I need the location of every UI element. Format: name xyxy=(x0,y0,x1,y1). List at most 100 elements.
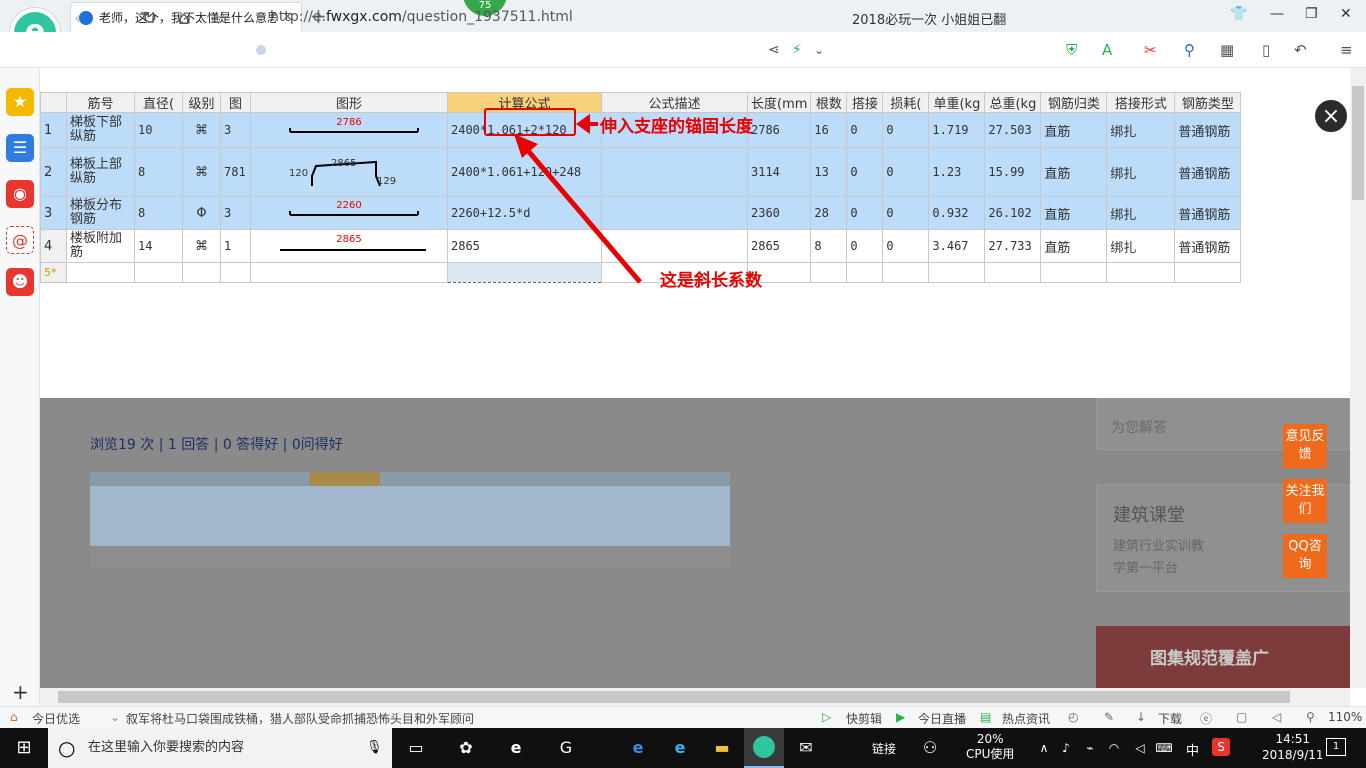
column-header[interactable]: 搭接 xyxy=(846,92,884,113)
rebar-type-cell[interactable]: 普通钢筋 xyxy=(1174,112,1242,148)
forward-icon[interactable]: › xyxy=(110,8,117,29)
gift-icon[interactable]: ⌂ xyxy=(10,710,18,724)
rebar-type-cell[interactable]: 普通钢筋 xyxy=(1174,229,1242,263)
share-icon[interactable]: ⋖ xyxy=(768,42,780,58)
today-live-link[interactable]: 今日直播 xyxy=(918,710,966,727)
chevron-down-icon[interactable]: ⌄ xyxy=(814,43,824,57)
unit-weight-cell[interactable]: 1.23 xyxy=(928,147,986,197)
total-weight-cell[interactable]: 27.503 xyxy=(984,112,1042,148)
edge-browser-icon[interactable]: e xyxy=(626,736,650,760)
total-weight-cell[interactable]: 27.733 xyxy=(984,229,1042,263)
screenshot-scissors-icon[interactable]: ✂ xyxy=(1144,41,1157,59)
people-icon[interactable]: ⚇ xyxy=(918,736,942,760)
figure-cell[interactable]: 1 xyxy=(220,229,251,263)
active-browser-task[interactable] xyxy=(744,728,784,768)
lap-cell[interactable]: 0 xyxy=(846,229,884,263)
rebar-name-cell[interactable]: 梯板下部纵筋 xyxy=(66,112,135,148)
count-cell[interactable]: 28 xyxy=(810,196,848,230)
favorites-star-icon[interactable]: ★ xyxy=(6,88,34,116)
grade-cell[interactable]: ⌘ xyxy=(182,147,221,197)
rebar-name-cell[interactable]: 梯板上部纵筋 xyxy=(66,147,135,197)
promo-banner[interactable]: 图集规范覆盖广 xyxy=(1096,626,1350,688)
notification-bell-icon[interactable]: ♪ xyxy=(1054,736,1078,760)
action-center-icon[interactable]: 1 xyxy=(1326,738,1346,756)
news-headline-link[interactable]: 叙军将杜马口袋围成铁桶，猎人部队受命抓捕恐怖头目和外军顾问 xyxy=(126,710,474,727)
windows-start-icon[interactable]: ⊞ xyxy=(12,736,36,760)
column-header[interactable]: 搭接形式 xyxy=(1106,92,1176,113)
security-shield-icon[interactable]: ⛨ xyxy=(1066,41,1077,59)
column-header[interactable]: 筋号 xyxy=(66,92,135,113)
lap-cell[interactable]: 0 xyxy=(846,147,884,197)
ie-mode-icon[interactable]: ⓔ xyxy=(1200,710,1212,727)
empty-cell[interactable] xyxy=(1040,262,1108,283)
empty-cell[interactable] xyxy=(220,262,251,283)
empty-cell[interactable] xyxy=(1174,262,1242,283)
length-cell[interactable]: 2786 xyxy=(746,112,812,148)
follow-us-button[interactable]: 关注我们 xyxy=(1283,479,1327,523)
diameter-cell[interactable]: 10 xyxy=(134,112,183,148)
rebar-type-cell[interactable]: 普通钢筋 xyxy=(1174,196,1242,230)
qq-consult-button[interactable]: QQ咨询 xyxy=(1283,534,1327,578)
hot-news-link[interactable]: 热点资讯 xyxy=(1002,710,1050,727)
grade-cell[interactable]: Φ xyxy=(182,196,221,230)
restore-icon[interactable]: ❐ xyxy=(1305,6,1318,22)
count-cell[interactable]: 8 xyxy=(810,229,848,263)
unit-weight-cell[interactable]: 0.932 xyxy=(928,196,986,230)
question-image-thumbnail[interactable] xyxy=(90,472,730,568)
shape-cell[interactable]: 2865 xyxy=(250,229,448,263)
viewer-close-button[interactable]: × xyxy=(1313,98,1349,134)
horizontal-scrollbar-thumb[interactable] xyxy=(58,691,1290,703)
sidebar-add-button[interactable]: + xyxy=(12,680,29,704)
lap-form-cell[interactable]: 绑扎 xyxy=(1106,229,1176,263)
column-header[interactable]: 直径( xyxy=(134,92,183,113)
rebar-class-cell[interactable]: 直筋 xyxy=(1040,196,1108,230)
loss-cell[interactable]: 0 xyxy=(882,147,930,197)
weibo-icon[interactable]: ◉ xyxy=(6,180,34,208)
skin-icon[interactable]: 👕 xyxy=(1230,6,1247,22)
shape-cell[interactable]: 2260 xyxy=(250,196,448,230)
empty-cell[interactable] xyxy=(250,262,448,283)
loss-cell[interactable]: 0 xyxy=(882,112,930,148)
empty-cell[interactable] xyxy=(66,262,135,283)
total-weight-cell[interactable]: 15.99 xyxy=(984,147,1042,197)
length-cell[interactable]: 2865 xyxy=(746,229,812,263)
home-icon[interactable]: ⌂ xyxy=(178,8,189,29)
diameter-cell[interactable]: 8 xyxy=(134,196,183,230)
empty-cell[interactable] xyxy=(846,262,884,283)
empty-cell[interactable] xyxy=(1106,262,1176,283)
lap-cell[interactable]: 0 xyxy=(846,196,884,230)
pin-icon[interactable]: ✎ xyxy=(1104,710,1114,724)
taskbar-link-toolbar[interactable]: 链接 xyxy=(872,740,896,757)
grade-cell[interactable]: ⌘ xyxy=(182,112,221,148)
download-link[interactable]: 下载 xyxy=(1158,710,1182,727)
diameter-cell[interactable]: 8 xyxy=(134,147,183,197)
rebar-name-cell[interactable]: 楼板附加筋 xyxy=(66,229,135,263)
empty-cell[interactable] xyxy=(134,262,183,283)
pinned-app-icon[interactable]: ✿ xyxy=(454,736,478,760)
wifi-icon[interactable]: ◠ xyxy=(1102,736,1126,760)
count-cell[interactable]: 16 xyxy=(810,112,848,148)
news-ticker[interactable]: 2018必玩一次 小姐姐已翻 xyxy=(852,9,1006,28)
diameter-cell[interactable]: 14 xyxy=(134,229,183,263)
column-header[interactable]: 单重(kg xyxy=(928,92,986,113)
browser-swirl-icon[interactable]: G xyxy=(554,736,578,760)
length-cell[interactable]: 3114 xyxy=(746,147,812,197)
quick-edit-link[interactable]: 快剪辑 xyxy=(846,710,882,727)
mobile-icon[interactable]: ▯ xyxy=(1262,41,1270,59)
figure-cell[interactable]: 3 xyxy=(220,112,251,148)
total-weight-cell[interactable]: 26.102 xyxy=(984,196,1042,230)
grade-cell[interactable]: ⌘ xyxy=(182,229,221,263)
count-cell[interactable]: 13 xyxy=(810,147,848,197)
mail-icon[interactable]: ✉ xyxy=(794,736,818,760)
rebar-name-cell[interactable]: 梯板分布钢筋 xyxy=(66,196,135,230)
undo-icon[interactable]: ↶ xyxy=(1294,41,1307,59)
lap-form-cell[interactable]: 绑扎 xyxy=(1106,147,1176,197)
length-cell[interactable]: 2360 xyxy=(746,196,812,230)
unit-weight-cell[interactable]: 3.467 xyxy=(928,229,986,263)
window-icon[interactable]: ▢ xyxy=(1236,710,1247,724)
column-header[interactable]: 钢筋类型 xyxy=(1174,92,1242,113)
column-header[interactable]: 根数 xyxy=(810,92,848,113)
loss-cell[interactable]: 0 xyxy=(882,229,930,263)
sogou-input-icon[interactable]: S xyxy=(1212,738,1230,756)
speed-mode-icon[interactable]: ⚡ xyxy=(792,42,802,58)
